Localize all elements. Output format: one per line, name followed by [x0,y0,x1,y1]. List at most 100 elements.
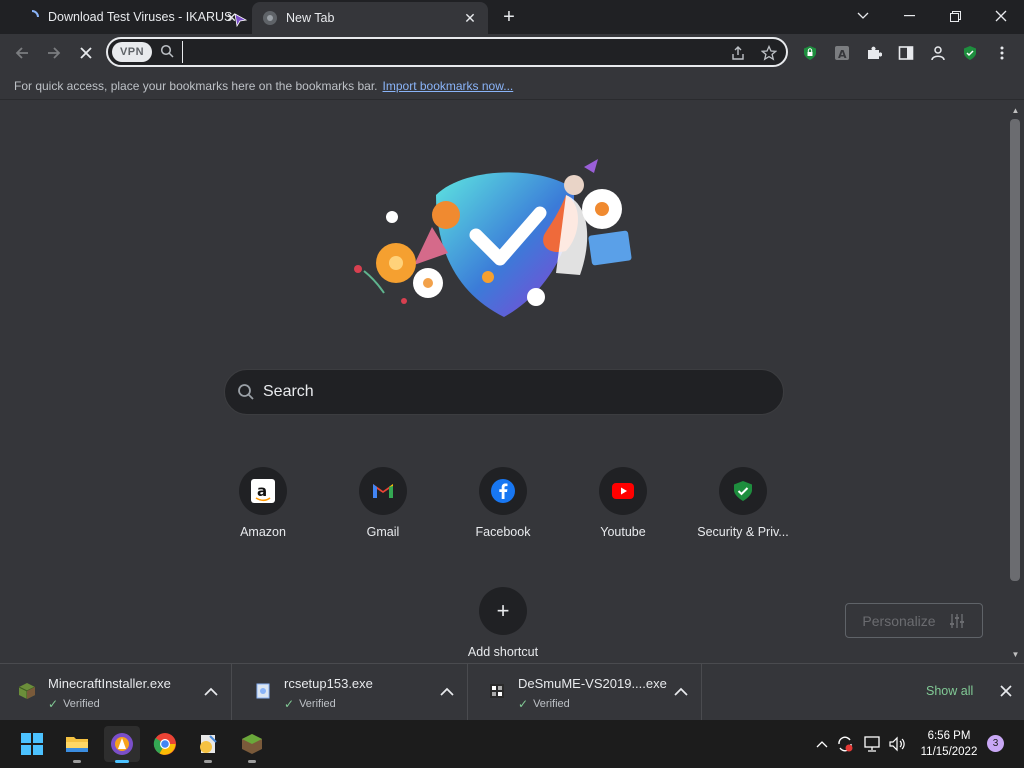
add-shortcut-button[interactable]: + Add shortcut [447,585,559,665]
file-explorer-icon[interactable] [59,726,95,763]
tray-chevron-up-icon[interactable] [812,734,832,754]
svg-text:✕: ✕ [226,11,237,26]
minimize-button[interactable] [886,0,932,32]
clock-time: 6:56 PM [927,730,971,742]
chrome-icon[interactable] [147,726,183,762]
sliders-icon [948,612,966,630]
download-status: ✓ Verified [518,697,570,711]
running-indicator [73,760,81,763]
download-status-text: Verified [299,698,336,710]
back-button[interactable] [8,39,36,67]
scroll-up-arrow-icon[interactable]: ▲ [1007,103,1024,117]
share-icon[interactable] [728,43,748,63]
download-filename: rcsetup153.exe [284,676,373,691]
shortcut-security-privacy[interactable]: Security & Priv... [687,465,799,545]
chevron-up-icon[interactable] [204,684,220,700]
shield-check-icon [719,467,767,515]
avast-browser-icon[interactable] [104,726,140,763]
tab-title: Download Test Viruses - IKARUS [48,10,233,24]
address-input[interactable] [182,41,722,63]
shortcut-facebook[interactable]: Facebook [447,465,559,545]
show-all-downloads-link[interactable]: Show all [926,684,973,698]
bookmarks-hint: For quick access, place your bookmarks h… [14,78,378,93]
import-bookmarks-link[interactable]: Import bookmarks now... [383,79,514,93]
minecraft-icon[interactable] [234,726,270,763]
search-placeholder: Search [263,383,314,400]
cursor-pointer-icon: ✕ [226,9,248,28]
windows-taskbar: 6:56 PM 11/15/2022 3 [0,720,1024,768]
desmume-file-icon [488,682,506,700]
check-icon: ✓ [284,697,295,711]
volume-icon[interactable] [887,734,907,754]
profile-icon[interactable] [924,39,952,67]
windows-start-icon[interactable] [14,726,50,762]
running-indicator [248,760,256,763]
shortcut-label: Facebook [475,525,531,539]
close-shelf-icon[interactable] [998,683,1014,699]
bookmarks-bar: For quick access, place your bookmarks h… [0,72,1024,100]
restore-button[interactable] [932,0,978,32]
shortcut-label: Security & Priv... [697,525,789,539]
tab-ikarus[interactable]: Download Test Viruses - IKARUS [14,0,246,34]
close-window-button[interactable] [978,0,1024,32]
shortcut-gmail[interactable]: Gmail [327,465,439,545]
download-status: ✓ Verified [48,697,100,711]
network-icon[interactable] [862,734,882,754]
svg-text:a: a [257,482,267,500]
sync-alert-icon[interactable] [835,734,855,754]
shortcut-label: Amazon [240,525,286,539]
loading-spinner-icon [24,9,40,25]
new-tab-page: Search a Amazon Gmail Facebook Youtube S… [0,101,1007,663]
tab-strip: Download Test Viruses - IKARUS ✕ New Tab… [0,0,1024,34]
download-item[interactable]: MinecraftInstaller.exe ✓ Verified [0,664,232,721]
download-status-text: Verified [533,698,570,710]
puzzle-icon[interactable] [860,39,888,67]
close-tab-icon[interactable]: ✕ [460,8,480,28]
download-item[interactable]: DeSmuME-VS2019....exe ✓ Verified [470,664,702,721]
check-icon: ✓ [518,697,529,711]
download-status: ✓ Verified [284,697,336,711]
shortcut-youtube[interactable]: Youtube [567,465,679,545]
download-status-text: Verified [63,698,100,710]
installer-app-icon[interactable] [190,726,226,763]
minecraft-file-icon [18,682,36,700]
amazon-icon: a [239,467,287,515]
chevron-up-icon[interactable] [674,684,690,700]
shortcut-label: Youtube [600,525,646,539]
search-box[interactable]: Search [224,369,784,415]
download-filename: DeSmuME-VS2019....exe [518,676,667,691]
security-shield-icon[interactable] [956,39,984,67]
download-item[interactable]: rcsetup153.exe ✓ Verified [236,664,468,721]
personalize-button[interactable]: Personalize [845,603,983,638]
system-clock[interactable]: 6:56 PM 11/15/2022 [914,728,984,760]
forward-button[interactable] [40,39,68,67]
add-shortcut-symbol: + [496,598,510,623]
new-tab-button[interactable]: + [498,6,520,28]
notification-badge[interactable]: 3 [987,735,1004,752]
menu-icon[interactable] [988,39,1016,67]
shortcut-amazon[interactable]: a Amazon [207,465,319,545]
clock-date: 11/15/2022 [920,746,978,758]
stop-loading-button[interactable] [72,39,100,67]
tab-new-tab[interactable]: New Tab ✕ [252,2,488,34]
lock-shield-icon[interactable] [796,39,824,67]
scroll-down-arrow-icon[interactable]: ▼ [1007,647,1024,661]
toolbar: VPN A [0,34,1024,72]
running-indicator [204,760,212,763]
scroll-thumb[interactable] [1010,119,1020,581]
translate-icon[interactable]: A [828,39,856,67]
tab-title: New Tab [286,11,335,25]
tab-search-chevron-icon[interactable] [840,0,886,32]
sidepanel-icon[interactable] [892,39,920,67]
shortcut-label: Gmail [366,525,400,539]
vpn-toggle[interactable]: VPN [112,42,152,62]
check-icon: ✓ [48,697,59,711]
address-bar[interactable]: VPN [106,37,788,67]
search-icon [160,44,176,60]
bookmark-star-icon[interactable] [759,43,779,63]
page-scrollbar[interactable]: ▲ ▼ [1007,101,1024,663]
gmail-icon [359,467,407,515]
chevron-up-icon[interactable] [440,684,456,700]
hero-illustration [344,155,644,325]
setup-file-icon [254,682,272,700]
